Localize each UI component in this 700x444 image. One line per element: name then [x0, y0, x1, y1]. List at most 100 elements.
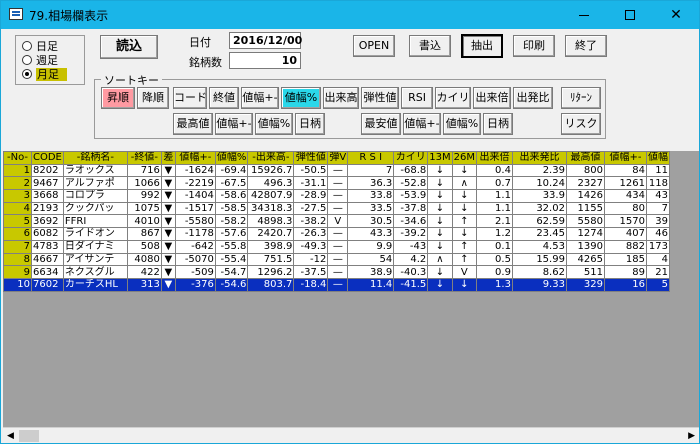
- table-cell: ↓: [451, 163, 477, 178]
- radio-weekly[interactable]: 週足: [22, 54, 58, 68]
- column-header[interactable]: 出来倍: [475, 151, 513, 165]
- table-cell: —: [327, 227, 349, 241]
- sort-low-button[interactable]: 最安値: [361, 113, 401, 135]
- column-header[interactable]: カイリ: [393, 151, 429, 165]
- column-header[interactable]: 出来発比: [511, 151, 567, 165]
- column-header[interactable]: 最高値: [565, 151, 605, 165]
- table-row[interactable]: 6 6082 ライドオン 867 ▼ -1178 -57.6 2420.7 -26.3—43.3…: [3, 227, 670, 241]
- column-header[interactable]: CODE: [31, 151, 64, 165]
- radio-daily[interactable]: 日足: [22, 40, 58, 54]
- table-row[interactable]: 4 2193 クックパッ 1075 ▼ -1517 -58.5 34318.3 -27.5—33…: [3, 201, 670, 216]
- table-row[interactable]: 1 8202 ラオックス 716 ▼ -1624 -69.4 15926.7 -50.5—7 -6…: [3, 163, 670, 178]
- data-grid[interactable]: -No- CODE -銘柄名- -終値- 差値幅+- 値幅% -出来高- 弾性値 弾V R S I…: [3, 151, 699, 427]
- close-button[interactable]: ✕: [653, 1, 699, 29]
- minimize-icon: [579, 14, 589, 16]
- sort-high-range-button[interactable]: 値幅+-: [215, 113, 253, 135]
- sort-ascending-button[interactable]: 昇順: [101, 87, 135, 109]
- column-header[interactable]: -No-: [3, 151, 32, 165]
- table-cell: 8.62: [511, 265, 567, 279]
- sort-elasticity-button[interactable]: 弾性値: [361, 87, 399, 109]
- table-cell: 4.53: [511, 239, 567, 254]
- sort-deviation-button[interactable]: カイリ: [435, 87, 471, 109]
- table-row[interactable]: 2 9467 アルファポ 1066 ▼ -2219 -67.5 496.3 -31.1—36.3…: [3, 176, 670, 191]
- scroll-left-icon[interactable]: ◀: [7, 431, 14, 441]
- table-cell: 16: [603, 277, 647, 292]
- sort-close-button[interactable]: 終値: [209, 87, 239, 109]
- column-header[interactable]: -銘柄名-: [62, 151, 128, 165]
- table-row[interactable]: 9 6634 ネクスグル 422 ▼ -509 -54.7 1296.2 -37.5—38.9-…: [3, 265, 670, 279]
- date-label: 日付: [189, 36, 211, 49]
- table-row[interactable]: 5 3692 FFRI 4010 ▼ -5580 -58.2 4898.3 -38.2 V 30.5…: [3, 214, 670, 229]
- scroll-right-icon[interactable]: ▶: [688, 431, 695, 441]
- title-bar[interactable]: 79.相場欄表示 ✕: [1, 1, 699, 29]
- sort-low-days-button[interactable]: 日柄: [483, 113, 513, 135]
- sort-low-range-button[interactable]: 値幅+-: [403, 113, 441, 135]
- table-row[interactable]: 7 4783 日ダイナミ 508 ▼ -642 -55.8 398.9 -49.3—9.9 -43…: [3, 239, 670, 254]
- table-cell: 3668: [31, 189, 64, 203]
- table-cell: -1624: [174, 163, 216, 178]
- table-cell: —: [327, 201, 349, 216]
- sort-descending-button[interactable]: 降順: [137, 87, 169, 109]
- table-cell: 84: [603, 163, 647, 178]
- sort-rsi-button[interactable]: RSI: [401, 87, 433, 109]
- write-button[interactable]: 書込: [409, 35, 451, 57]
- count-field[interactable]: 10: [229, 52, 301, 69]
- sort-range-button[interactable]: 値幅+-: [241, 87, 279, 109]
- load-button[interactable]: 読込: [100, 35, 158, 59]
- print-button[interactable]: 印刷: [513, 35, 555, 57]
- risk-button[interactable]: リスク: [561, 113, 601, 135]
- date-field[interactable]: 2016/12/00: [229, 32, 302, 49]
- sort-range-pct-button[interactable]: 値幅%: [281, 87, 321, 109]
- table-cell: ▼: [160, 239, 176, 254]
- table-cell: 38.9: [347, 265, 395, 279]
- table-cell: 6634: [31, 265, 64, 279]
- table-row[interactable]: 8 4667 アイサンテ 4080 ▼ -5070 -55.4 751.5 -12—54 4.2 ∧…: [3, 252, 670, 267]
- extract-button[interactable]: 抽出: [461, 34, 503, 58]
- column-header[interactable]: 値幅: [645, 151, 670, 165]
- open-button[interactable]: OPEN: [353, 35, 395, 57]
- radio-monthly[interactable]: 月足: [22, 68, 67, 82]
- horizontal-scrollbar[interactable]: ◀ ▶: [3, 427, 699, 443]
- table-row[interactable]: 10 7602 カーチスHL 313 ▼ -376 -54.6 803.7 -18.4—11.4…: [3, 277, 670, 292]
- minimize-button[interactable]: [561, 1, 607, 29]
- column-header[interactable]: 弾V: [327, 151, 349, 165]
- table-cell: ∧: [427, 252, 453, 267]
- column-header[interactable]: 値幅+-: [174, 151, 216, 165]
- column-header[interactable]: 差: [160, 151, 176, 165]
- sort-code-button[interactable]: コード: [173, 87, 207, 109]
- column-header[interactable]: 26M: [451, 151, 477, 165]
- column-header[interactable]: 13M: [427, 151, 453, 165]
- sort-high-button[interactable]: 最高値: [173, 113, 213, 135]
- sort-volume-ratio-button[interactable]: 出来倍: [473, 87, 511, 109]
- sort-high-range-pct-button[interactable]: 値幅%: [255, 113, 293, 135]
- table-cell: ライドオン: [62, 227, 128, 241]
- table-row[interactable]: 3 3668 コロプラ 992 ▼ -1404 -58.6 42807.9 -28.9—33.8…: [3, 189, 670, 203]
- table-cell: 1155: [565, 201, 605, 216]
- sort-low-range-pct-button[interactable]: 値幅%: [443, 113, 481, 135]
- column-header[interactable]: -出来高-: [247, 151, 295, 165]
- column-header[interactable]: 値幅%: [214, 151, 249, 165]
- sort-volume-start-button[interactable]: 出発比: [513, 87, 553, 109]
- table-cell: -57.6: [214, 227, 249, 241]
- table-cell: ↓: [427, 227, 453, 241]
- table-cell: 1274: [565, 227, 605, 241]
- table-cell: 1426: [565, 189, 605, 203]
- table-cell: -40.3: [393, 265, 429, 279]
- return-button[interactable]: ﾘﾀｰﾝ: [561, 87, 601, 109]
- table-cell: 1.1: [475, 189, 513, 203]
- column-header[interactable]: 弾性値: [293, 151, 329, 165]
- table-cell: ▼: [160, 214, 176, 229]
- table-cell: 313: [126, 277, 162, 292]
- column-header[interactable]: R S I: [347, 151, 395, 165]
- table-cell: ▼: [160, 176, 176, 191]
- scrollbar-thumb[interactable]: [19, 430, 39, 442]
- table-cell: ↓: [427, 277, 453, 292]
- table-cell: ▼: [160, 265, 176, 279]
- table-cell: 42807.9: [247, 189, 295, 203]
- exit-button[interactable]: 終了: [565, 35, 607, 57]
- maximize-button[interactable]: [607, 1, 653, 29]
- column-header[interactable]: -終値-: [126, 151, 162, 165]
- sort-high-days-button[interactable]: 日柄: [295, 113, 325, 135]
- column-header[interactable]: 値幅+-: [603, 151, 647, 165]
- sort-volume-button[interactable]: 出来高: [323, 87, 359, 109]
